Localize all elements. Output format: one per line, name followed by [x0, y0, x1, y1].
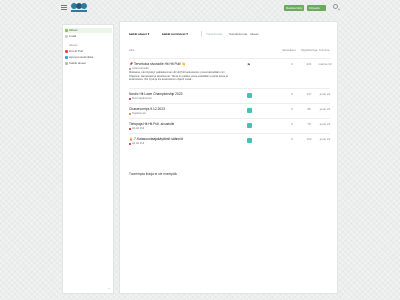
table-row[interactable]: Nordic Hit Lowe Championship 2023 Muut t… — [129, 88, 330, 103]
site-header: Rekisteröidy Kirjaudu — [0, 0, 400, 16]
category-square-icon — [129, 98, 131, 100]
sidebar: Aiheet Lisää Alueet Hit Hit Pull Ajoneuv… — [62, 24, 114, 294]
category-square-icon — [65, 56, 68, 59]
view-count: 88 — [307, 107, 311, 111]
sidebar-all-categories[interactable]: Kaikki alueet — [65, 61, 112, 66]
category-square-icon — [129, 143, 131, 145]
hamburger-menu-icon[interactable] — [61, 5, 67, 10]
view-count: 147 — [306, 92, 312, 96]
poster-avatar[interactable] — [247, 93, 252, 98]
reply-count: 0 — [291, 92, 293, 96]
view-count: 221 — [306, 62, 312, 66]
table-row[interactable]: Chasercomps 9.12.2023 Tapahtumat 0 88 jo… — [129, 103, 330, 118]
activity-date[interactable]: marras 22 — [317, 62, 333, 67]
topic-category[interactable]: Hit Hit Pull — [129, 142, 144, 146]
topic-category[interactable]: Muut tapahtumat — [129, 97, 151, 101]
topic-excerpt: Moikassa, olet löytänyt paikkakunnan Hit… — [129, 71, 228, 81]
column-header-activity[interactable]: Toiminta — [319, 48, 329, 53]
activity-date[interactable]: joulu 22 — [317, 122, 333, 127]
search-icon[interactable] — [333, 4, 338, 9]
login-button[interactable]: Kirjaudu — [307, 5, 326, 11]
activity-date[interactable]: joulu 22 — [317, 107, 333, 112]
no-more-topics-note: Tuoreimpia listoja ei ole enempää. — [129, 172, 178, 176]
poster-avatar[interactable] — [247, 123, 252, 128]
view-count: 102 — [306, 137, 312, 141]
poster-avatar[interactable] — [247, 138, 252, 143]
sidebar-item-label: Aiheet — [69, 28, 78, 32]
table-header: Aihe Vastaukset Näyttökertoja Toiminta — [129, 48, 330, 53]
column-header-replies[interactable]: Vastaukset — [282, 48, 296, 53]
sidebar-category-ajoneuvotekniikka[interactable]: Ajoneuvotekniikka — [65, 55, 112, 60]
categories-dropdown[interactable]: kaikki alueet ▾ — [129, 31, 149, 37]
column-header-views[interactable]: Näyttökertoja — [301, 48, 317, 53]
reply-count: 0 — [291, 107, 293, 111]
pin-icon: ⚑ — [247, 62, 251, 67]
sidebar-item-label: Kaikki alueet — [69, 61, 87, 65]
tab-top[interactable]: Suosituimmat — [229, 31, 247, 37]
sidebar-item-more[interactable]: Lisää — [65, 34, 112, 39]
sidebar-item-label: Hit Hit Pull — [69, 49, 84, 53]
reply-count: 0 — [291, 122, 293, 126]
topic-category[interactable]: Tapahtumat — [129, 112, 146, 116]
nav-divider — [201, 31, 202, 37]
column-header-topic[interactable]: Aihe — [129, 48, 135, 53]
sidebar-item-topics[interactable]: Aiheet — [65, 28, 112, 33]
reply-count: 0 — [291, 137, 293, 141]
sidebar-item-label: Ajoneuvotekniikka — [69, 55, 94, 59]
poster-avatar[interactable] — [247, 108, 252, 113]
list-icon — [65, 62, 68, 65]
sidebar-category-hit-hit-pull[interactable]: Hit Hit Pull — [65, 49, 112, 54]
topic-category[interactable]: Hit Hit Pull — [129, 127, 144, 131]
table-row[interactable]: 📌 Tervetuloa sivustolle Hit Hit Pull! 👋 … — [129, 58, 333, 88]
reply-count: 0 — [291, 62, 293, 66]
activity-date[interactable]: joulu 22 — [317, 92, 333, 97]
more-icon — [65, 35, 68, 38]
table-row[interactable]: 🔒 7-Kalasuuntaajakäytäntö säännöt Hit Hi… — [129, 133, 330, 148]
sidebar-item-label: Lisää — [69, 34, 77, 38]
site-logo[interactable] — [71, 3, 87, 13]
tags-dropdown[interactable]: kaikki tunnisteet ▾ — [162, 31, 188, 37]
category-square-icon — [65, 50, 68, 53]
tab-latest[interactable]: Tuoreimmat — [206, 31, 222, 37]
collapse-sidebar-icon[interactable]: « — [108, 286, 110, 290]
activity-date[interactable]: joulu 22 — [317, 137, 333, 142]
register-button[interactable]: Rekisteröidy — [284, 5, 304, 11]
category-square-icon — [129, 128, 131, 130]
tab-categories[interactable]: Alueet — [250, 31, 259, 37]
topics-icon — [65, 29, 68, 32]
view-count: 78 — [307, 122, 311, 126]
sidebar-categories-heading[interactable]: Alueet — [69, 43, 78, 48]
topic-list-panel: kaikki alueet ▾ kaikki tunnisteet ▾ Tuor… — [119, 21, 338, 294]
category-square-icon — [129, 113, 131, 115]
category-square-icon — [129, 68, 131, 70]
table-row[interactable]: Tietopaja Hit Hit Pull -sivustolle Hit H… — [129, 118, 330, 133]
